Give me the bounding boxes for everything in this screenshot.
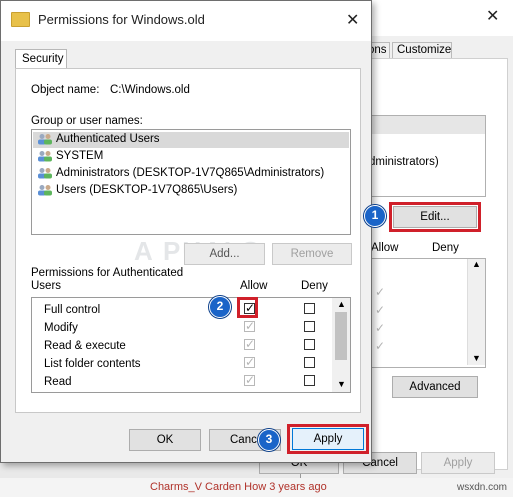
check-icon: ✓ — [245, 337, 256, 351]
permission-name: Read & execute — [44, 340, 126, 352]
allow-column-header: Allow — [240, 280, 268, 292]
background-allow-check-2: ✓ — [375, 303, 386, 317]
background-advanced-label: Advanced — [409, 381, 461, 393]
scroll-thumb[interactable] — [335, 312, 347, 360]
background-administrators-text: dministrators) — [369, 156, 439, 168]
list-folder-deny-checkbox[interactable] — [304, 357, 315, 368]
background-allow-header: Allow — [371, 242, 399, 254]
group-user-names-label: Group or user names: — [31, 115, 143, 127]
modify-deny-checkbox[interactable] — [304, 321, 315, 332]
dialog-titlebar: Permissions for Windows.old ✕ — [1, 1, 371, 41]
step-badge-2: 2 — [209, 296, 231, 318]
highlight-apply-button — [287, 424, 369, 454]
user-name: SYSTEM — [56, 150, 104, 162]
background-users-list[interactable]: dministrators) — [356, 115, 486, 197]
background-tab-customize-label: Customize — [397, 44, 452, 56]
background-allow-check-3: ✓ — [375, 321, 386, 335]
highlight-full-control-checkbox — [237, 297, 258, 318]
permission-name: Full control — [44, 304, 101, 316]
check-icon: ✓ — [245, 355, 256, 369]
read-execute-deny-checkbox[interactable] — [304, 339, 315, 350]
ok-label: OK — [156, 434, 174, 446]
list-item[interactable]: Authenticated Users — [34, 133, 334, 149]
background-advanced-button[interactable]: Advanced — [392, 376, 478, 398]
read-allow-checkbox[interactable]: ✓ — [244, 373, 256, 387]
list-item[interactable]: SYSTEM — [34, 150, 334, 166]
remove-button[interactable]: Remove — [272, 243, 352, 265]
scroll-down-icon[interactable]: ▼ — [337, 379, 346, 389]
scroll-up-icon[interactable]: ▲ — [337, 299, 346, 309]
background-perm-scrollbar[interactable]: ▲ ▼ — [467, 259, 485, 365]
read-deny-checkbox[interactable] — [304, 375, 315, 386]
permissions-dialog: Permissions for Windows.old ✕ Security O… — [0, 0, 372, 463]
list-item[interactable]: Users (DESKTOP-1V7Q865\Users) — [34, 184, 334, 200]
highlight-edit-button — [389, 202, 481, 232]
users-group-icon — [38, 185, 52, 196]
permission-name: Modify — [44, 322, 78, 334]
deny-column-header: Deny — [301, 280, 328, 292]
background-tab-customize[interactable]: Customize — [392, 42, 452, 58]
permission-name: Read — [44, 376, 72, 388]
full-control-deny-checkbox[interactable] — [304, 303, 315, 314]
users-group-icon — [38, 168, 52, 179]
user-list[interactable]: Authenticated Users SYSTEM Administrator… — [31, 129, 351, 235]
users-group-icon — [38, 151, 52, 162]
add-label: Add... — [209, 248, 240, 260]
remove-label: Remove — [290, 248, 334, 260]
add-button[interactable]: Add... — [184, 243, 265, 265]
background-allow-check-4: ✓ — [375, 339, 386, 353]
dialog-title: Permissions for Windows.old — [38, 12, 205, 27]
background-deny-header: Deny — [432, 242, 459, 254]
folder-icon — [11, 12, 30, 27]
check-icon: ✓ — [245, 373, 256, 387]
permissions-label-line1: Permissions for Authenticated — [31, 267, 184, 279]
user-name: Administrators (DESKTOP-1V7Q865\Administ… — [56, 167, 325, 179]
list-item[interactable]: Administrators (DESKTOP-1V7Q865\Administ… — [34, 167, 349, 183]
step-badge-1: 1 — [364, 205, 386, 227]
ok-button[interactable]: OK — [129, 429, 201, 451]
tab-security[interactable]: Security — [15, 49, 67, 69]
scroll-down-icon[interactable]: ▼ — [472, 353, 481, 363]
background-allow-check-1: ✓ — [375, 285, 386, 299]
bottom-partial-text: Charms_V Carden How 3 years ago — [150, 481, 327, 493]
close-icon[interactable]: ✕ — [346, 10, 359, 30]
users-group-icon — [38, 134, 52, 145]
tab-security-label: Security — [22, 53, 64, 65]
object-name-value: C:\Windows.old — [110, 84, 190, 96]
step-badge-3: 3 — [258, 429, 280, 451]
list-folder-allow-checkbox[interactable]: ✓ — [244, 355, 256, 369]
source-label: wsxdn.com — [457, 482, 508, 493]
check-icon: ✓ — [245, 319, 256, 333]
permissions-label-line2: Users — [31, 280, 62, 292]
background-close-icon[interactable]: ✕ — [486, 6, 499, 26]
read-execute-allow-checkbox[interactable]: ✓ — [244, 337, 256, 351]
background-permissions-list[interactable]: ✓ ✓ ✓ ✓ ▲ ▼ — [356, 258, 486, 368]
user-name: Authenticated Users — [56, 133, 160, 145]
object-name-label: Object name: — [31, 84, 100, 96]
background-apply-button[interactable]: Apply — [421, 452, 495, 474]
modify-allow-checkbox[interactable]: ✓ — [244, 319, 256, 333]
permission-name: List folder contents — [44, 358, 141, 370]
permissions-scrollbar[interactable]: ▲ ▼ — [332, 298, 350, 392]
security-panel: Object name: C:\Windows.old Group or use… — [15, 68, 361, 413]
permissions-list[interactable]: Full control Modify Read & execute List … — [31, 297, 351, 393]
scroll-up-icon[interactable]: ▲ — [472, 259, 481, 269]
background-list-selection — [357, 116, 485, 134]
user-name: Users (DESKTOP-1V7Q865\Users) — [56, 184, 238, 196]
background-apply-label: Apply — [443, 457, 473, 469]
